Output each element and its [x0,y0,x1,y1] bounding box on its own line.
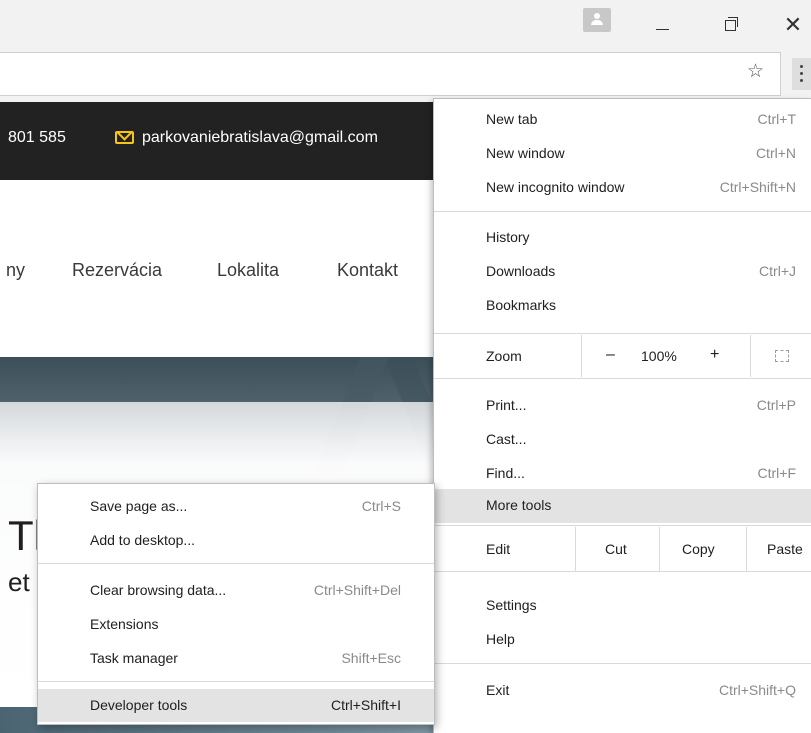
menu-item-more-tools[interactable]: More tools [434,489,811,523]
phone-number[interactable]: 801 585 [8,129,66,147]
dot-icon [800,72,803,75]
menu-item-label: Cast... [486,431,527,447]
email-link[interactable]: parkovaniebratislava@gmail.com [142,129,378,147]
zoom-level: 100% [641,348,677,364]
menu-item-shortcut: Ctrl+Shift+Q [718,682,796,698]
hero-subheading: et [8,567,30,597]
submenu-item-task-manager[interactable]: Task manager Shift+Esc [38,642,434,675]
submenu-item-save-page[interactable]: Save page as... Ctrl+S [38,490,434,523]
menu-item-label: Add to desktop... [90,532,196,548]
menu-item-label: New window [486,145,565,161]
menu-item-shortcut: Ctrl+F [757,465,797,481]
menu-item-label: Save page as... [90,498,188,514]
menu-separator [38,681,434,682]
menu-item-cast[interactable]: Cast... [434,423,811,457]
menu-item-downloads[interactable]: Downloads Ctrl+J [434,255,811,289]
menu-item-label: Downloads [486,263,556,279]
menu-item-label: Developer tools [90,697,188,713]
cut-button[interactable]: Cut [605,541,627,557]
menu-item-label: Print... [486,397,527,413]
menu-item-label: Find... [486,465,525,481]
submenu-item-add-desktop[interactable]: Add to desktop... [38,524,434,557]
menu-item-new-window[interactable]: New window Ctrl+N [434,137,811,171]
profile-icon[interactable] [583,8,611,32]
menu-item-shortcut: Shift+Esc [341,650,401,666]
menu-item-label: More tools [486,497,552,513]
chrome-menu: New tab Ctrl+T New window Ctrl+N New inc… [433,98,811,733]
menu-item-label: Help [486,631,515,647]
minimize-button[interactable] [650,13,674,37]
menu-item-shortcut: Ctrl+Shift+I [330,697,401,713]
menu-item-shortcut: Ctrl+S [361,498,401,514]
menu-item-print[interactable]: Print... Ctrl+P [434,389,811,423]
menu-separator [434,525,811,526]
menu-item-exit[interactable]: Exit Ctrl+Shift+Q [434,674,811,708]
nav-item-kontakt[interactable]: Kontakt [337,260,398,281]
dot-icon [800,65,803,68]
menu-item-shortcut: Ctrl+J [759,263,796,279]
nav-item-rezervacia[interactable]: Rezervácia [72,260,162,281]
menu-item-settings[interactable]: Settings [434,589,811,623]
zoom-out-button[interactable]: – [606,346,615,364]
title-bar: ✕ [0,0,811,46]
menu-separator [434,571,811,572]
menu-separator [434,663,811,664]
chrome-menu-button[interactable] [792,58,811,90]
menu-divider [750,335,751,377]
nav-item-lokalita[interactable]: Lokalita [217,260,279,281]
more-tools-submenu: Save page as... Ctrl+S Add to desktop...… [37,483,435,725]
browser-toolbar: ☆ [0,46,811,102]
menu-item-label: New incognito window [486,179,625,195]
restore-button[interactable] [718,13,742,37]
menu-item-help[interactable]: Help [434,623,811,657]
menu-item-shortcut: Ctrl+Shift+N [719,179,796,195]
menu-separator [434,378,811,379]
menu-item-label: Settings [486,597,537,613]
menu-item-bookmarks[interactable]: Bookmarks [434,289,811,323]
menu-divider [581,335,582,377]
address-bar[interactable] [0,52,781,96]
fullscreen-icon[interactable] [775,350,789,362]
zoom-label: Zoom [486,348,522,364]
menu-item-new-tab[interactable]: New tab Ctrl+T [434,103,811,137]
menu-item-label: Exit [486,682,510,698]
menu-item-history[interactable]: History [434,221,811,255]
submenu-item-clear-data[interactable]: Clear browsing data... Ctrl+Shift+Del [38,574,434,607]
submenu-item-extensions[interactable]: Extensions [38,608,434,641]
mail-icon [115,131,134,144]
menu-item-label: History [486,229,530,245]
menu-item-label: Clear browsing data... [90,582,227,598]
menu-divider [659,527,660,571]
menu-separator [434,333,811,334]
menu-item-new-incognito[interactable]: New incognito window Ctrl+Shift+N [434,171,811,205]
menu-item-label: Task manager [90,650,178,666]
menu-divider [575,527,576,571]
menu-item-shortcut: Ctrl+Shift+Del [313,582,401,598]
bookmark-star-icon[interactable]: ☆ [747,61,764,83]
edit-row: Edit Cut Copy Paste [434,527,811,571]
close-button[interactable]: ✕ [781,13,805,37]
nav-item-partial[interactable]: ny [6,260,25,281]
zoom-row: Zoom – 100% + [434,335,811,377]
zoom-in-button[interactable]: + [710,346,719,364]
menu-item-shortcut: Ctrl+T [757,111,797,127]
menu-item-shortcut: Ctrl+N [755,145,796,161]
menu-separator [434,211,811,212]
menu-item-find[interactable]: Find... Ctrl+F [434,457,811,491]
edit-label: Edit [486,541,511,557]
menu-item-label: Bookmarks [486,297,557,313]
menu-separator [38,563,434,564]
paste-button[interactable]: Paste [767,541,803,557]
menu-item-label: Extensions [90,616,159,632]
submenu-item-developer-tools[interactable]: Developer tools Ctrl+Shift+I [38,689,434,722]
menu-item-label: New tab [486,111,538,127]
menu-item-shortcut: Ctrl+P [756,397,796,413]
menu-divider [746,527,747,571]
dot-icon [800,79,803,82]
copy-button[interactable]: Copy [682,541,715,557]
